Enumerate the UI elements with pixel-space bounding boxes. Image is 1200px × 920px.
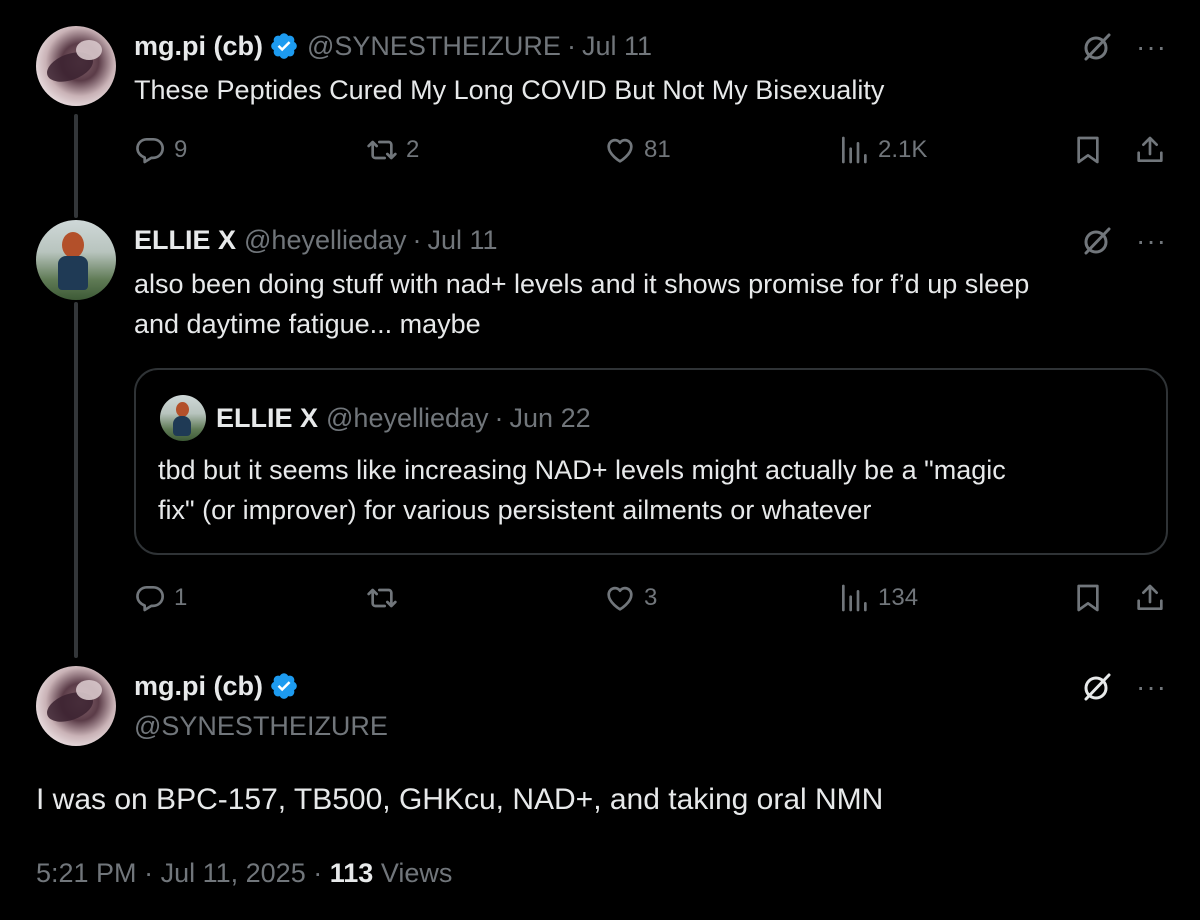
reply-button[interactable]: 1 (134, 582, 187, 614)
views-count: 134 (878, 584, 919, 611)
tweet-time[interactable]: 5:21 PM (36, 858, 137, 888)
views-button[interactable]: 134 (838, 582, 918, 614)
verified-icon (271, 673, 297, 699)
bookmark-icon (1077, 584, 1099, 612)
tweet-text: also been doing stuff with nad+ levels a… (134, 264, 1029, 344)
views-icon (842, 136, 867, 164)
separator: · (566, 30, 576, 61)
views-count: 113 (329, 858, 374, 888)
like-icon (607, 138, 633, 163)
repost-button[interactable] (366, 582, 406, 614)
tweet-actions: 9 2 81 2.1K (134, 134, 1168, 174)
tweet-meta: 5:21 PM · Jul 11, 2025 · 113 Views (36, 858, 452, 889)
share-button[interactable] (1134, 582, 1166, 614)
like-button[interactable]: 81 (604, 134, 671, 166)
quote-avatar (160, 395, 206, 441)
tweet-text-line: and daytime fatigue... maybe (134, 309, 481, 339)
thread-line (74, 114, 78, 218)
share-icon (1137, 136, 1163, 162)
repost-button[interactable]: 2 (366, 134, 419, 166)
tweet-top-icons: ··· (1080, 224, 1167, 258)
repost-count: 2 (406, 136, 420, 163)
handle[interactable]: @SYNESTHEIZURE (307, 31, 561, 62)
like-count: 81 (644, 136, 671, 163)
bookmark-button[interactable] (1072, 134, 1104, 166)
share-button[interactable] (1134, 134, 1166, 166)
tweet-handle-row: @SYNESTHEIZURE (134, 708, 388, 744)
handle[interactable]: @SYNESTHEIZURE (134, 711, 388, 742)
quote-text-line: fix" (or improver) for various persisten… (158, 495, 872, 525)
tweet-header: mg.pi (cb) @SYNESTHEIZURE · Jul 11 (134, 28, 652, 64)
thread-line (74, 302, 78, 658)
bookmark-icon (1077, 136, 1099, 164)
tweet-text: These Peptides Cured My Long COVID But N… (134, 75, 885, 105)
views-count: 2.1K (878, 136, 928, 163)
quote-text: tbd but it seems like increasing NAD+ le… (158, 450, 1006, 530)
separator: · (412, 224, 422, 255)
quote-display-name: ELLIE X (216, 402, 319, 433)
more-icon[interactable]: ··· (1136, 227, 1167, 255)
views-button[interactable]: 2.1K (838, 134, 927, 166)
repost-icon (367, 140, 397, 160)
quote-text-line: tbd but it seems like increasing NAD+ le… (158, 455, 1006, 485)
reply-icon (136, 138, 164, 164)
more-icon[interactable]: ··· (1136, 33, 1167, 61)
reply-count: 1 (174, 584, 188, 611)
tweet-top-icons: ··· (1080, 670, 1167, 704)
reply-icon (136, 586, 164, 612)
like-count: 3 (644, 584, 658, 611)
more-icon[interactable]: ··· (1136, 673, 1167, 701)
handle[interactable]: @heyellieday (244, 225, 407, 256)
views-icon (842, 584, 867, 612)
display-name[interactable]: mg.pi (cb) (134, 31, 263, 62)
repost-icon (367, 588, 397, 608)
separator: · (144, 858, 154, 888)
tweet-actions: 1 3 134 (134, 582, 1168, 622)
avatar[interactable] (36, 220, 116, 300)
tweet-full-date[interactable]: Jul 11, 2025 (161, 858, 306, 888)
quote-handle: @heyellieday (326, 402, 489, 433)
grok-icon[interactable] (1080, 670, 1114, 704)
quote-date: Jun 22 (509, 402, 591, 433)
avatar[interactable] (36, 26, 116, 106)
main-tweet-text: I was on BPC-157, TB500, GHKcu, NAD+, an… (36, 783, 884, 816)
tweet-date[interactable]: Jul 11 (428, 225, 498, 256)
grok-icon[interactable] (1080, 30, 1114, 64)
tweet-header: ELLIE X @heyellieday · Jul 11 (134, 222, 498, 258)
verified-icon (271, 33, 297, 59)
reply-count: 9 (174, 136, 188, 163)
tweet-text-line: also been doing stuff with nad+ levels a… (134, 269, 1030, 299)
views-label: Views (380, 858, 453, 888)
grok-icon[interactable] (1080, 224, 1114, 258)
quote-header: ELLIE X @heyellieday · Jun 22 (216, 400, 591, 436)
tweet-top-icons: ··· (1080, 30, 1167, 64)
tweet-header: mg.pi (cb) (134, 668, 299, 704)
like-icon (607, 586, 633, 611)
separator: · (313, 858, 323, 888)
reply-button[interactable]: 9 (134, 134, 187, 166)
display-name[interactable]: mg.pi (cb) (134, 671, 263, 702)
separator: · (494, 402, 504, 433)
like-button[interactable]: 3 (604, 582, 657, 614)
bookmark-button[interactable] (1072, 582, 1104, 614)
tweet-date[interactable]: Jul 11 (582, 31, 652, 62)
avatar[interactable] (36, 666, 116, 746)
share-icon (1137, 584, 1163, 610)
display-name[interactable]: ELLIE X (134, 225, 236, 256)
